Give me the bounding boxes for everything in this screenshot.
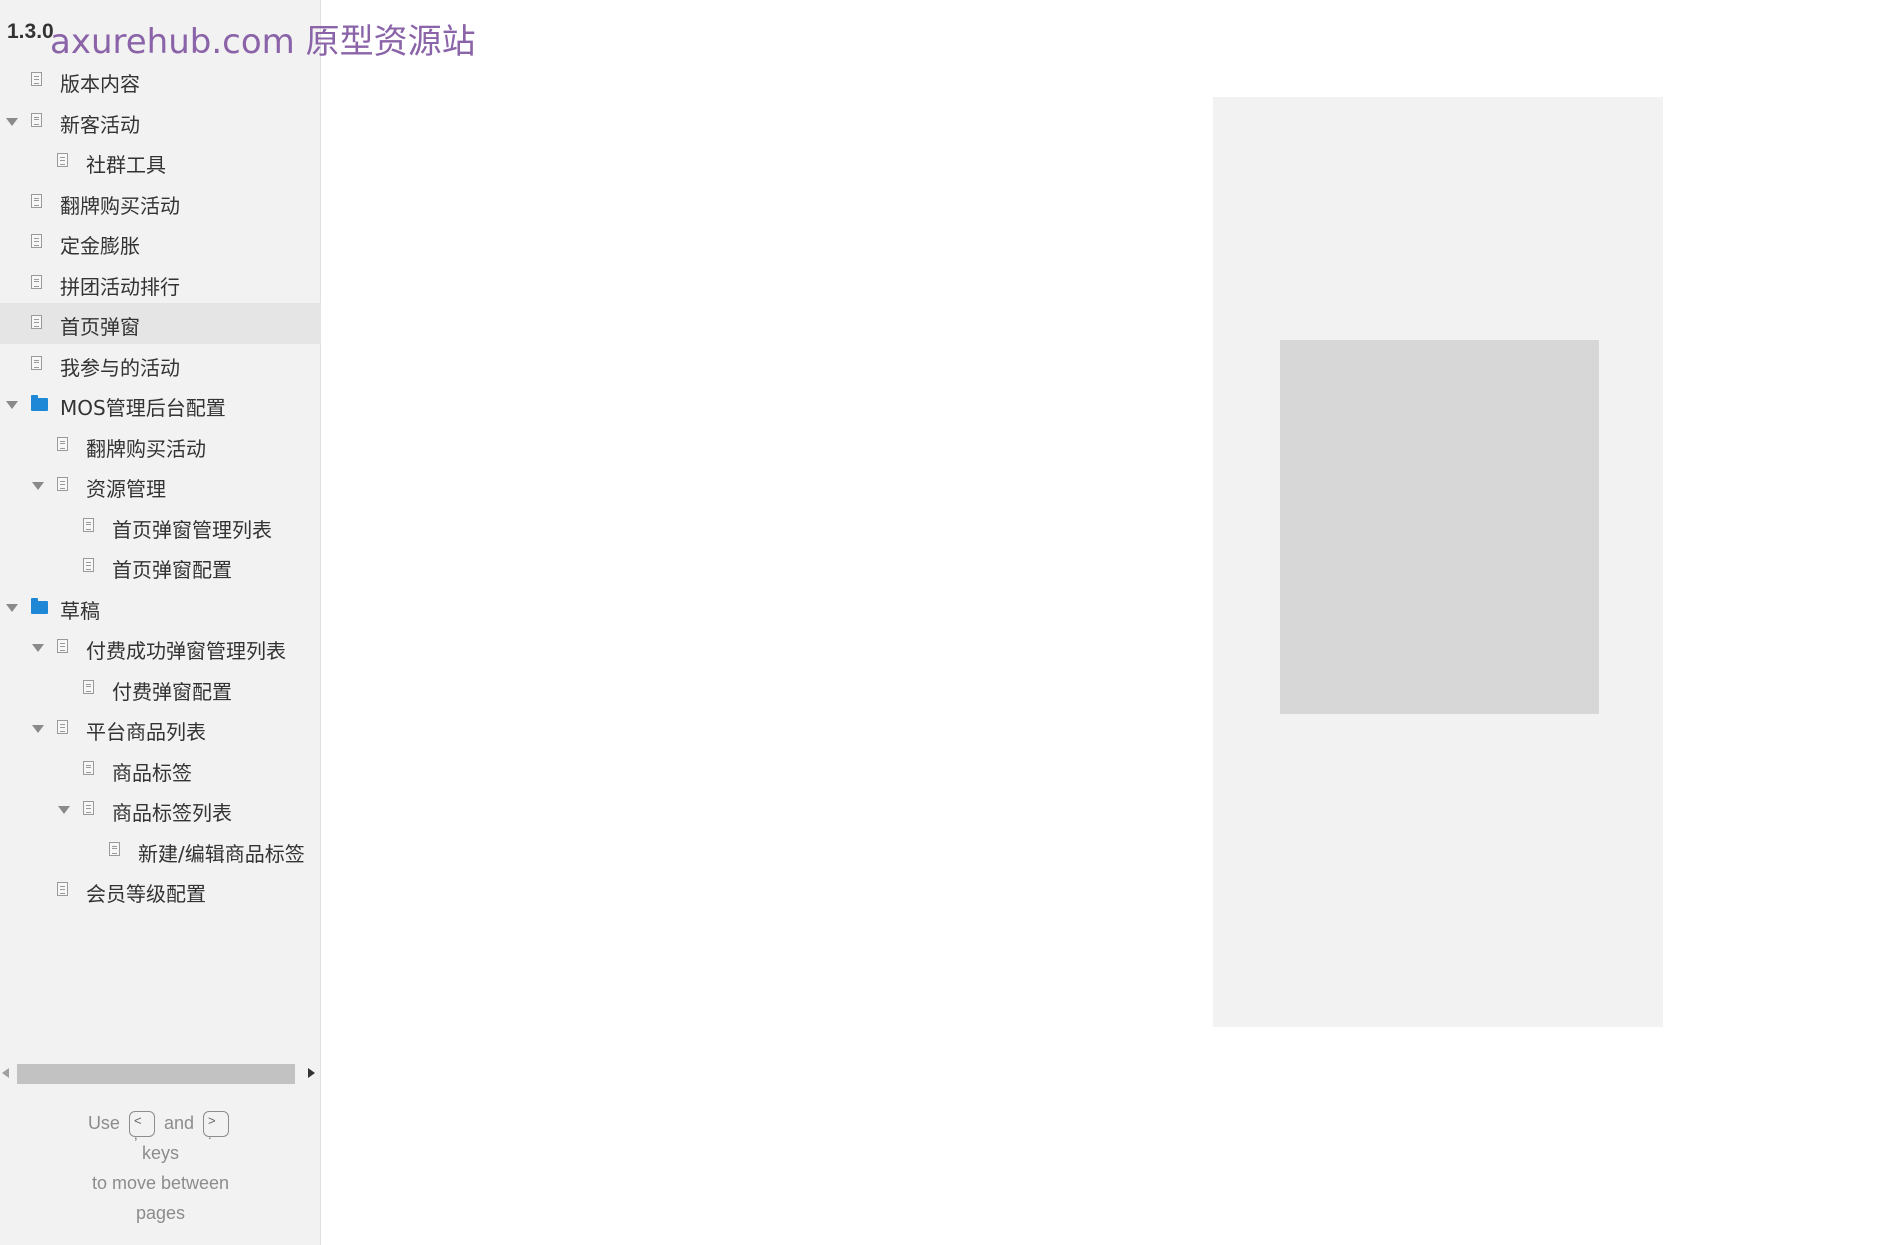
tree-item-label: 新客活动 — [60, 112, 140, 137]
tree-item[interactable]: 付费弹窗配置 — [0, 668, 321, 709]
page-icon — [57, 436, 68, 451]
page-tree: 版本内容 新客活动 社群工具 翻牌购买活动 定金膨胀 拼团活动排行 首页弹窗 我参与的活动 MO… — [0, 60, 321, 911]
tree-item-label: 翻牌购买活动 — [86, 436, 206, 461]
tree-item-label: 付费弹窗配置 — [112, 679, 232, 704]
tree-item[interactable]: 资源管理 — [0, 465, 321, 506]
page-icon — [83, 801, 94, 815]
tree-item[interactable]: 拼团活动排行 — [0, 263, 321, 304]
tree-item[interactable]: 社群工具 — [0, 141, 321, 182]
page-icon — [31, 193, 42, 208]
help-and-text: and — [163, 1113, 195, 1133]
tree-item-label: 拼团活动排行 — [60, 274, 180, 299]
tree-item-label: 版本内容 — [60, 72, 140, 96]
tree-item-label: 首页弹窗管理列表 — [112, 517, 272, 542]
tree-item[interactable]: 草稿 — [0, 587, 321, 628]
folder-icon — [31, 597, 48, 614]
tree-item-label: MOS管理后台配置 — [60, 396, 226, 420]
tree-item[interactable]: 首页弹窗 — [0, 303, 321, 344]
tree-item[interactable]: 翻牌购买活动 — [0, 425, 321, 466]
version-label: 1.3.0 — [7, 20, 54, 43]
page-icon — [83, 517, 94, 532]
expand-caret-icon[interactable] — [32, 725, 44, 733]
expand-caret-icon[interactable] — [58, 806, 70, 814]
tree-item-label: 草稿 — [60, 598, 100, 623]
tree-item-label: 付费成功弹窗管理列表 — [86, 639, 286, 663]
page-icon — [57, 882, 68, 896]
horizontal-scrollbar[interactable] — [0, 1062, 321, 1084]
tree-item[interactable]: MOS管理后台配置 — [0, 384, 321, 425]
page-icon — [83, 558, 94, 572]
scroll-right-arrow-icon[interactable] — [308, 1068, 315, 1078]
tree-item[interactable]: 商品标签 — [0, 749, 321, 790]
expand-caret-icon[interactable] — [32, 482, 44, 490]
tree-item[interactable]: 首页弹窗管理列表 — [0, 506, 321, 547]
page-icon — [83, 760, 94, 775]
keyboard-help: Use < , and > . keys to move between pag… — [0, 1108, 321, 1228]
tree-item-label: 会员等级配置 — [86, 882, 206, 906]
expand-caret-icon[interactable] — [6, 401, 18, 409]
page-icon — [83, 679, 94, 694]
tree-item[interactable]: 新客活动 — [0, 101, 321, 142]
page-icon — [31, 355, 42, 370]
tree-item-label: 翻牌购买活动 — [60, 193, 180, 218]
tree-item-label: 平台商品列表 — [86, 720, 206, 744]
tree-item-label: 商品标签 — [112, 760, 192, 785]
tree-item[interactable]: 新建/编辑商品标签 — [0, 830, 321, 871]
tree-item[interactable]: 版本内容 — [0, 60, 321, 101]
tree-item[interactable]: 会员等级配置 — [0, 870, 321, 911]
tree-item[interactable]: 商品标签列表 — [0, 789, 321, 830]
scroll-left-arrow-icon[interactable] — [2, 1068, 9, 1078]
page-icon — [57, 477, 68, 491]
tree-item-label: 商品标签列表 — [112, 801, 232, 825]
page-icon — [31, 315, 42, 329]
tree-item[interactable]: 付费成功弹窗管理列表 — [0, 627, 321, 668]
tree-item-label: 我参与的活动 — [60, 355, 180, 380]
page-icon — [31, 274, 42, 289]
prev-key-icon: < , — [128, 1111, 155, 1142]
help-use-text: Use — [87, 1113, 120, 1133]
placeholder-box — [1280, 340, 1599, 714]
page-icon — [57, 720, 68, 734]
tree-item[interactable]: 定金膨胀 — [0, 222, 321, 263]
expand-caret-icon[interactable] — [6, 117, 18, 126]
tree-item-label: 资源管理 — [86, 477, 166, 501]
folder-icon — [31, 395, 48, 411]
tree-item[interactable]: 首页弹窗配置 — [0, 546, 321, 587]
help-keys-text: keys — [141, 1143, 179, 1163]
page-icon — [31, 72, 42, 86]
tree-item-label: 首页弹窗 — [60, 315, 140, 339]
sidebar: 1.3.0 版本内容 新客活动 社群工具 翻牌购买活动 定金膨胀 拼团活动排行 首页弹窗 我参… — [0, 0, 321, 1245]
expand-caret-icon[interactable] — [6, 603, 18, 612]
expand-caret-icon[interactable] — [32, 644, 44, 652]
tree-item-label: 首页弹窗配置 — [112, 558, 232, 582]
page-icon — [57, 639, 68, 653]
scrollbar-thumb[interactable] — [17, 1064, 295, 1084]
page-icon — [57, 153, 68, 167]
page-icon — [31, 234, 42, 248]
help-line3: pages — [135, 1203, 186, 1223]
page-icon — [109, 841, 120, 856]
help-line2: to move between — [91, 1173, 230, 1193]
tree-item-label: 定金膨胀 — [60, 234, 140, 258]
page-icon — [31, 112, 42, 127]
tree-item[interactable]: 翻牌购买活动 — [0, 182, 321, 223]
tree-item-label: 社群工具 — [86, 153, 166, 177]
next-key-icon: > . — [203, 1111, 230, 1142]
tree-item-label: 新建/编辑商品标签 — [138, 841, 305, 866]
tree-item[interactable]: 平台商品列表 — [0, 708, 321, 749]
watermark: axurehub.com 原型资源站 — [50, 22, 476, 62]
tree-item[interactable]: 我参与的活动 — [0, 344, 321, 385]
